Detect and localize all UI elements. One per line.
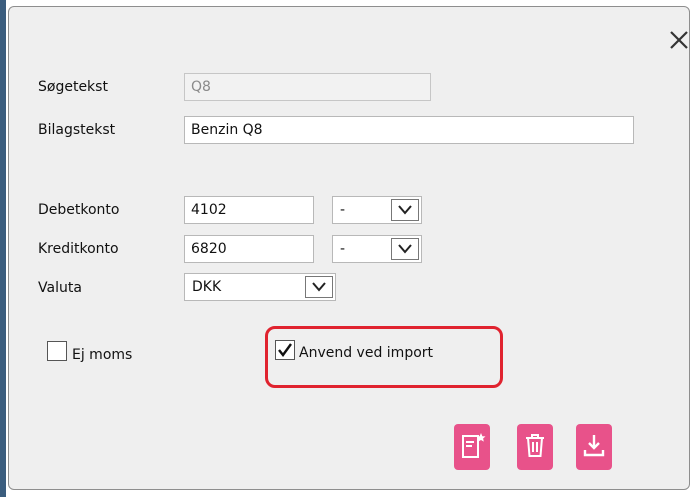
kreditkonto-input[interactable]: 6820 bbox=[184, 235, 314, 263]
debetkonto-select[interactable]: - bbox=[332, 196, 422, 224]
ej-moms-label: Ej moms bbox=[72, 347, 133, 363]
checkmark-icon bbox=[278, 343, 292, 357]
trash-icon bbox=[526, 434, 544, 457]
download-button[interactable] bbox=[576, 424, 612, 470]
valuta-label: Valuta bbox=[38, 280, 82, 296]
kreditkonto-label: Kreditkonto bbox=[38, 241, 119, 257]
anvend-ved-import-checkbox[interactable] bbox=[275, 340, 295, 360]
close-icon bbox=[670, 31, 688, 49]
ej-moms-checkbox[interactable] bbox=[47, 341, 67, 361]
anvend-ved-import-label: Anvend ved import bbox=[299, 345, 434, 361]
chevron-down-icon[interactable] bbox=[305, 276, 333, 298]
kreditkonto-select-value: - bbox=[340, 241, 346, 257]
valuta-select[interactable]: DKK bbox=[184, 273, 336, 301]
chevron-down-icon[interactable] bbox=[391, 199, 419, 221]
new-button[interactable] bbox=[454, 424, 490, 470]
rule-dialog: Søgetekst Q8 Bilagstekst Benzin Q8 Debet… bbox=[8, 6, 690, 490]
bilagstekst-input[interactable]: Benzin Q8 bbox=[184, 116, 634, 144]
background-window-edge bbox=[0, 0, 6, 497]
delete-button[interactable] bbox=[517, 424, 553, 470]
valuta-select-value: DKK bbox=[192, 279, 222, 295]
kreditkonto-select[interactable]: - bbox=[332, 235, 422, 263]
chevron-down-icon[interactable] bbox=[391, 238, 419, 260]
debetkonto-label: Debetkonto bbox=[38, 202, 120, 218]
debetkonto-select-value: - bbox=[340, 202, 346, 218]
download-icon bbox=[583, 435, 605, 457]
soegetekst-label: Søgetekst bbox=[38, 79, 108, 95]
new-document-icon bbox=[462, 433, 486, 458]
debetkonto-input[interactable]: 4102 bbox=[184, 196, 314, 224]
bilagstekst-label: Bilagstekst bbox=[38, 122, 116, 138]
soegetekst-input[interactable]: Q8 bbox=[184, 73, 431, 101]
close-button[interactable] bbox=[666, 27, 692, 53]
